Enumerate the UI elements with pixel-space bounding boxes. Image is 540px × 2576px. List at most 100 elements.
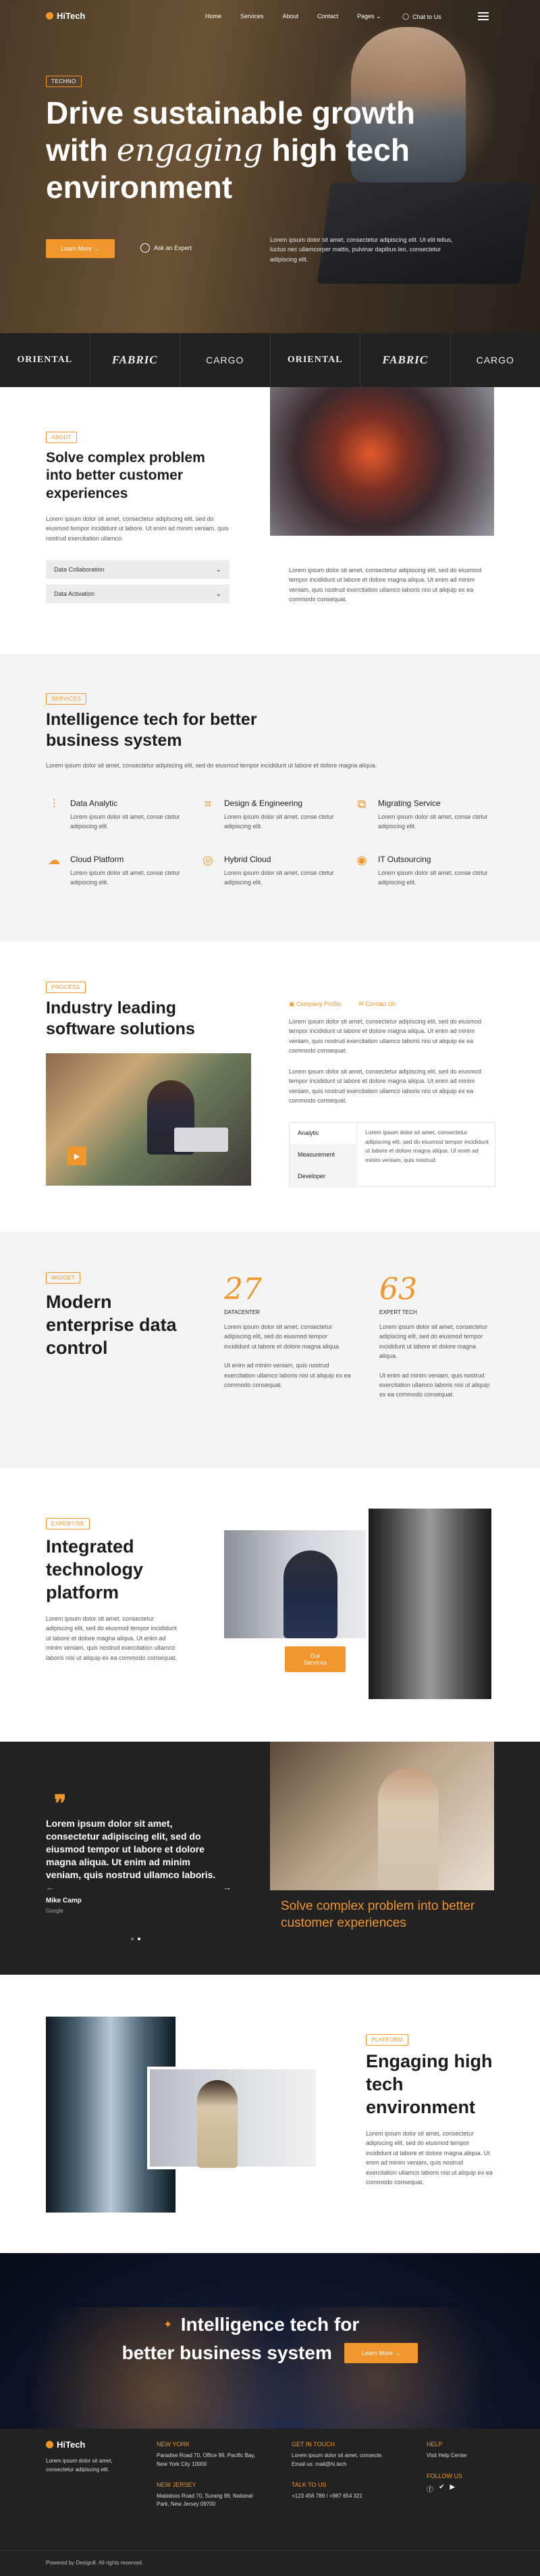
- stat-text: Lorem ipsum dolor sit amet, consectetur …: [224, 1323, 341, 1350]
- chat-link[interactable]: ◯ Chat to Us: [402, 13, 441, 20]
- company-profile-link[interactable]: ▣ Company Profile: [289, 1001, 342, 1008]
- menu-item-home[interactable]: Home: [205, 13, 221, 20]
- chat-icon: [140, 243, 150, 253]
- accordion-data-collaboration[interactable]: Data Collaboration ⌄: [46, 560, 230, 579]
- process-links: ▣ Company Profile ✉ Contact Us: [289, 1001, 396, 1008]
- tab-measurement[interactable]: Measurement: [290, 1144, 357, 1166]
- twitter-icon[interactable]: ✔: [439, 2483, 444, 2494]
- service-card[interactable]: ◉ IT Outsourcing Lorem ipsum dolor sit ame…: [354, 852, 494, 888]
- hero-title-rest: high tech: [271, 132, 410, 168]
- service-card[interactable]: ⧉ Migrating Service Lorem ipsum dolor sit …: [354, 796, 494, 832]
- quote-icon: ❞: [54, 1790, 67, 1817]
- footer-git-title: GET IN TOUCH: [292, 2441, 335, 2448]
- footer-git-text[interactable]: Lorem ipsum dolor sit amet, consecte. Em…: [292, 2452, 393, 2469]
- hamburger-menu-icon[interactable]: [478, 12, 489, 20]
- testimonial-name: Mike Camp: [46, 1897, 82, 1904]
- service-card[interactable]: ◎ Hybrid Cloud Lorem ipsum dolor sit amet,…: [200, 852, 340, 888]
- main-menu: Home Services About Contact Pages ⌄: [205, 13, 381, 20]
- service-title: Migrating Service: [378, 799, 441, 808]
- expertise-section: EXPERTISE Integrated technology platform…: [0, 1468, 540, 1742]
- hero-title: Drive sustainable growth with engaging h…: [46, 95, 478, 207]
- cta-learn-more-button[interactable]: Learn More →: [344, 2343, 418, 2363]
- platform-section: PLATFORM Engaging high tech environment …: [0, 1975, 540, 2253]
- arrow-right-icon: →: [394, 2350, 401, 2356]
- tab-analytic[interactable]: Analytic: [290, 1123, 357, 1144]
- testimonial-headline: Solve complex problem into better custom…: [281, 1899, 475, 1930]
- footer-brand-name: HiTech: [57, 2440, 86, 2450]
- brand-logo-icon: [46, 12, 53, 20]
- ask-expert-link[interactable]: Ask an Expert: [140, 243, 192, 253]
- process-text-1: Lorem ipsum dolor sit amet, consectetur …: [289, 1018, 482, 1055]
- testimonial-section: ❞ Lorem ipsum dolor sit amet, consectetu…: [0, 1742, 540, 1975]
- service-title: Data Analytic: [70, 799, 118, 808]
- slider-dot[interactable]: [131, 1938, 134, 1940]
- footer-talk-title: TALK TO US: [292, 2481, 327, 2488]
- menu-item-contact[interactable]: Contact: [317, 13, 338, 20]
- contact-us-link[interactable]: ✉ Contact Us: [359, 1001, 396, 1008]
- platform-text: Lorem ipsum dolor sit amet, consectetur …: [366, 2130, 493, 2186]
- brand-logo-icon: [46, 2441, 53, 2448]
- footer-col-locations: NEW YORK Paradise Road 70, Office 99, Pa…: [157, 2441, 265, 2509]
- stat-number: 27: [224, 1272, 262, 1307]
- facebook-icon[interactable]: ⓕ: [427, 2483, 433, 2494]
- footer-ny-title: NEW YORK: [157, 2441, 190, 2448]
- footer-divider: [0, 2550, 540, 2551]
- tab-label: Analytic: [298, 1130, 319, 1136]
- footer-help-link[interactable]: Visit Help Center: [427, 2452, 501, 2460]
- chevron-down-icon: ⌄: [215, 565, 221, 574]
- service-card[interactable]: ☁ Cloud Platform Lorem ipsum dolor sit ame…: [46, 852, 186, 888]
- footer-nj-text: Mabidoos Road 70, Surang 99, National Pa…: [157, 2492, 253, 2508]
- our-services-button[interactable]: Our Services: [285, 1646, 346, 1672]
- footer-talk-text[interactable]: +123 456 789 / +987 654 321: [292, 2492, 393, 2501]
- client-logos-strip: ORIENTAL FABRIC CARGO ORIENTAL FABRIC CA…: [0, 333, 540, 387]
- process-section: PROCESS Industry leading software soluti…: [0, 941, 540, 1232]
- chart-icon: ⫶: [52, 797, 56, 811]
- slider-dot-active[interactable]: [138, 1938, 140, 1940]
- menu-item-pages[interactable]: Pages ⌄: [357, 13, 381, 20]
- phone-user-photo: [270, 1742, 494, 1890]
- about-right-text: Lorem ipsum dolor sit amet, consectetur …: [289, 567, 482, 603]
- cta-title-line1: Intelligence tech for: [180, 2314, 360, 2335]
- brand-name: HiTech: [57, 11, 86, 21]
- our-services-label: Our Services: [303, 1652, 327, 1666]
- stat-text: Ut enim ad minim veniam, quis nostrud ex…: [224, 1362, 351, 1388]
- service-text: Lorem ipsum dolor sit amet, conse ctetur…: [70, 813, 180, 830]
- arrow-right-icon[interactable]: →: [223, 1882, 232, 1892]
- ask-expert-label: Ask an Expert: [154, 245, 192, 251]
- play-button[interactable]: ▶: [68, 1146, 86, 1165]
- learn-more-button[interactable]: Learn More →: [46, 239, 115, 258]
- brand-logo[interactable]: HiTech: [46, 11, 85, 21]
- services-grid: ⫶ Data Analytic Lorem ipsum dolor sit amet…: [46, 796, 494, 888]
- testimonial-company: Google: [46, 1908, 63, 1914]
- service-title: Hybrid Cloud: [224, 854, 271, 864]
- tab-developer[interactable]: Developer: [290, 1166, 357, 1188]
- expertise-title: Integrated technology platform: [46, 1536, 144, 1602]
- service-card[interactable]: ⫶ Data Analytic Lorem ipsum dolor sit amet…: [46, 796, 186, 832]
- services-tag: SERVICES: [46, 693, 87, 705]
- top-navigation: HiTech Home Services About Contact Pages…: [0, 9, 540, 23]
- menu-item-pages-label: Pages: [357, 13, 375, 20]
- hero-title-line3: environment: [46, 170, 233, 205]
- tab-label: Developer: [298, 1173, 326, 1180]
- chat-icon: ◯: [402, 13, 410, 20]
- service-text: Lorem ipsum dolor sit amet, conse ctetur…: [378, 813, 488, 830]
- client-logo-oriental: ORIENTAL: [0, 333, 90, 387]
- laptop-shape: [174, 1128, 228, 1152]
- hero-title-emphasis: engaging: [116, 132, 263, 169]
- accordion-data-activation[interactable]: Data Activation ⌄: [46, 584, 230, 603]
- youtube-icon[interactable]: ▶: [450, 2483, 455, 2494]
- hero-title-line1: Drive sustainable growth: [46, 95, 416, 130]
- process-title: Industry leading software solutions: [46, 999, 195, 1039]
- cloud-icon: ☁: [48, 853, 60, 867]
- cta-row: better business system Learn More →: [0, 2342, 540, 2364]
- service-title: Design & Engineering: [224, 799, 303, 808]
- menu-item-about[interactable]: About: [283, 13, 299, 20]
- menu-item-services[interactable]: Services: [240, 13, 264, 20]
- chat-label: Chat to Us: [412, 13, 441, 20]
- footer-brand[interactable]: HiTech: [46, 2440, 85, 2450]
- service-title: IT Outsourcing: [378, 854, 431, 864]
- stat-text: Ut enim ad minim veniam, quis nostrud ex…: [379, 1371, 490, 1398]
- data-title: Modern enterprise data control: [46, 1292, 177, 1358]
- service-card[interactable]: ⌗ Design & Engineering Lorem ipsum dolor s…: [200, 796, 340, 832]
- arrow-left-icon[interactable]: ←: [46, 1882, 55, 1892]
